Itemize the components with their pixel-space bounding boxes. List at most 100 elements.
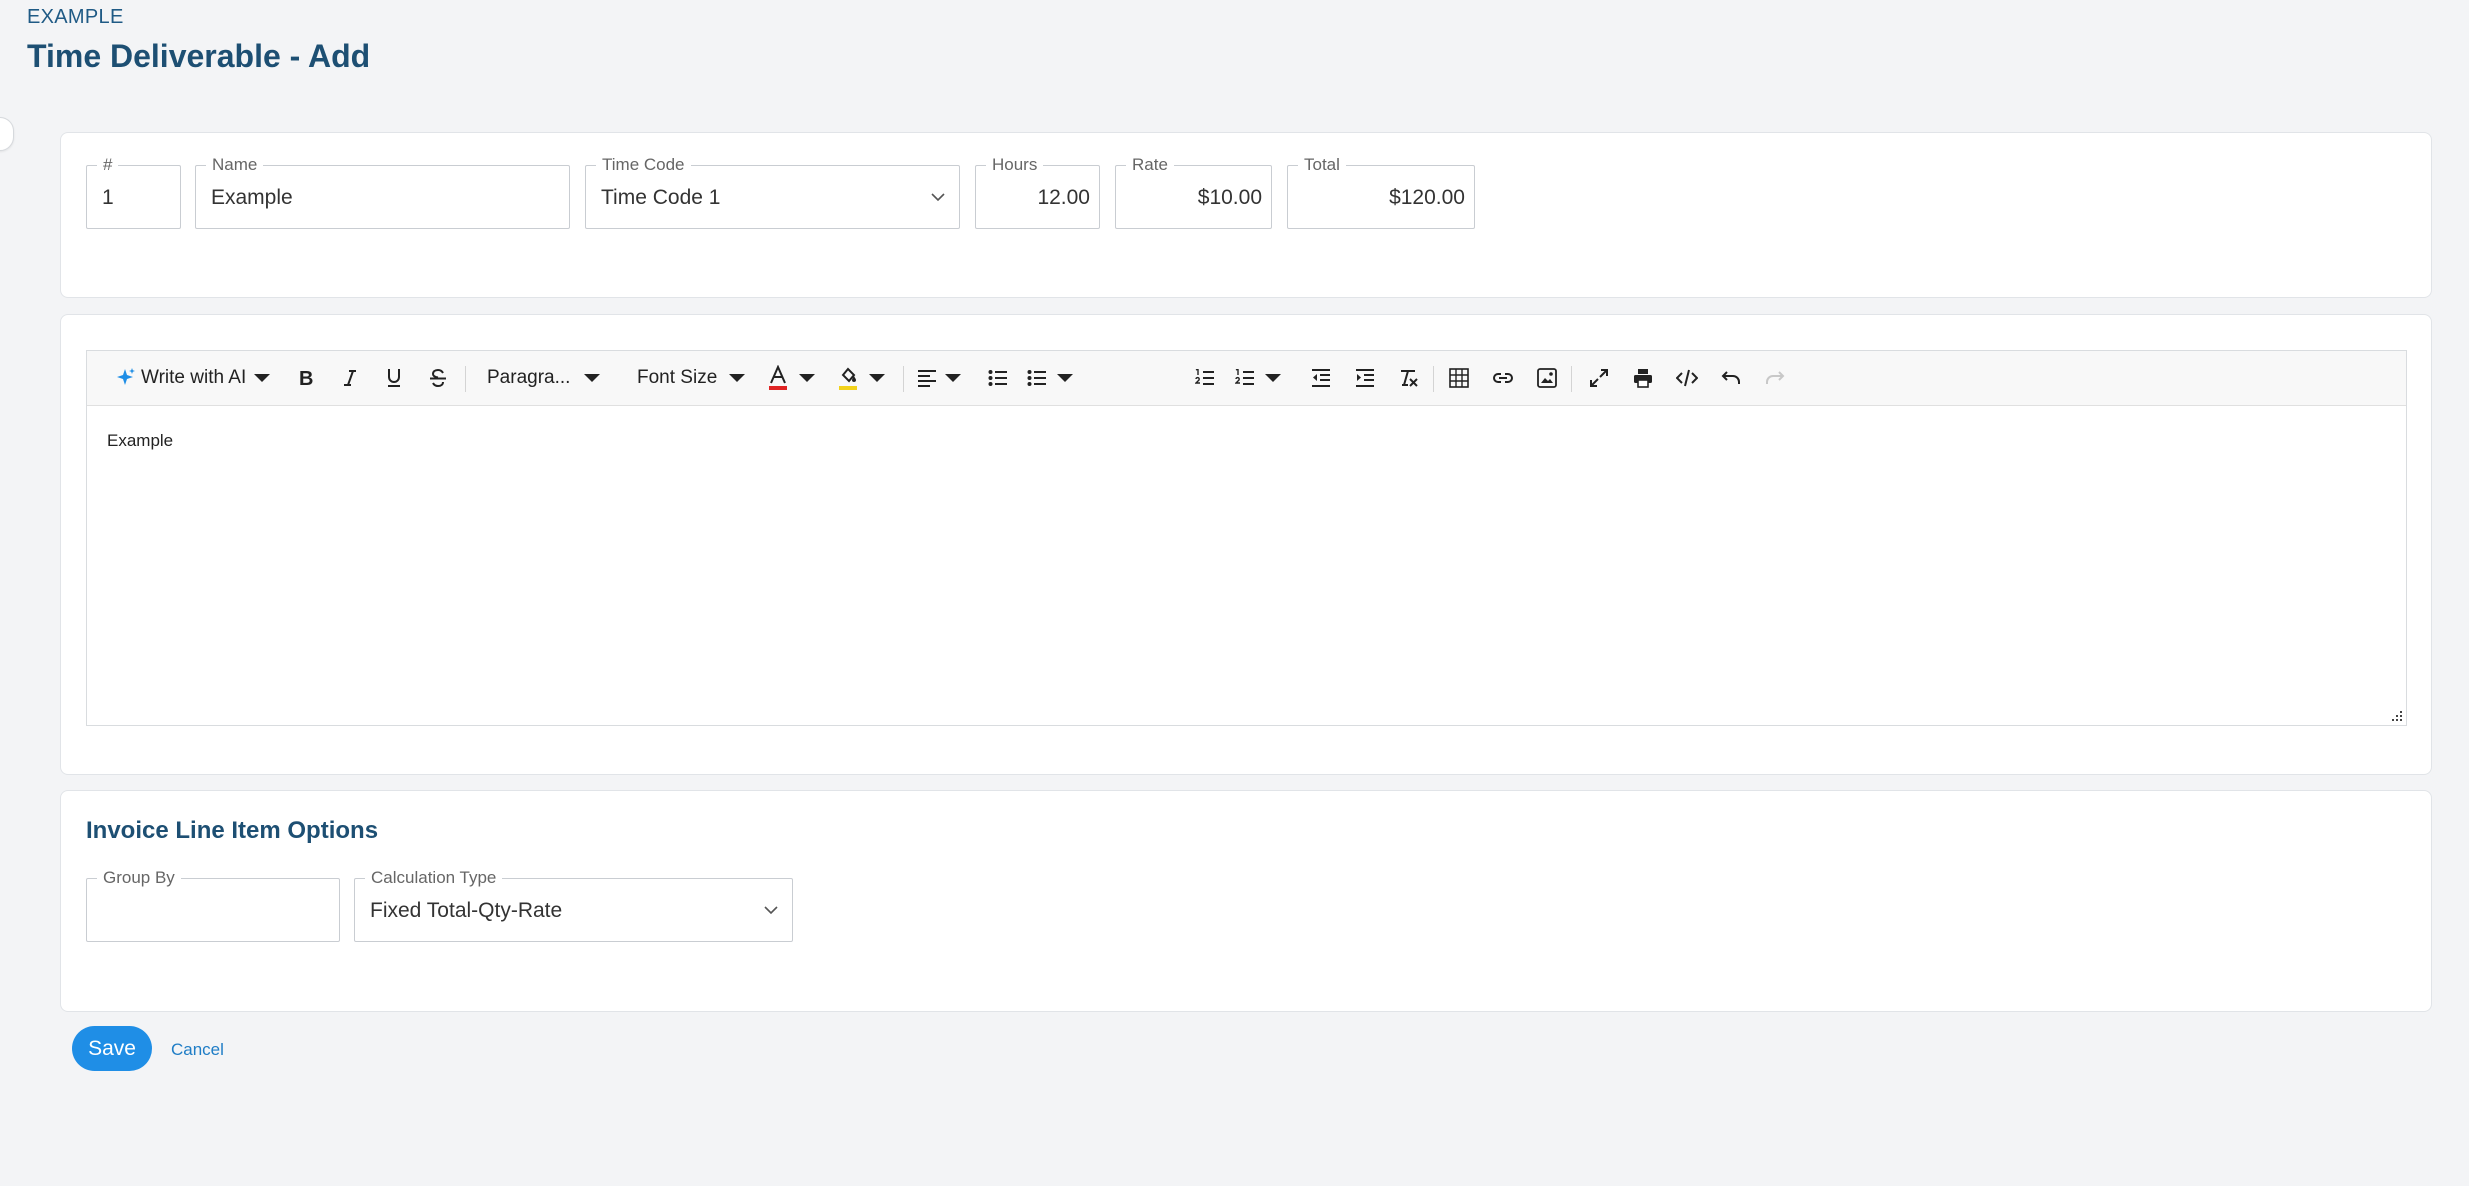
number-value: 1 [102,186,114,209]
italic-icon [344,370,356,386]
name-label: Name [206,154,264,176]
caret-down-icon [945,374,961,382]
write-with-ai-button[interactable]: Write with AI [115,361,272,395]
toolbar-divider [1571,366,1572,392]
hours-field[interactable]: Hours 12.00 [975,154,1100,229]
time-code-value: Time Code 1 [601,186,721,209]
sparkle-icon [117,368,135,385]
toolbar-divider [1433,366,1434,392]
caret-down-icon [584,374,601,382]
breadcrumb[interactable]: EXAMPLE [27,6,124,29]
print-button[interactable] [1629,361,1657,395]
invoice-options-card: Invoice Line Item Options Group By Calcu… [60,790,2432,1012]
clear-format-icon [1401,370,1418,387]
bullet-list-button[interactable] [984,361,1012,395]
total-field[interactable]: Total $120.00 [1287,154,1475,229]
clear-format-button[interactable] [1395,361,1423,395]
undo-button[interactable] [1717,361,1745,395]
numbered-list-icon [1195,369,1214,385]
text-color-button[interactable] [767,361,817,395]
fullscreen-button[interactable] [1585,361,1613,395]
chevron-down-icon [764,906,778,915]
highlight-icon [839,367,857,390]
redo-icon [1766,371,1785,384]
numbered-list-dropdown[interactable] [1235,361,1283,395]
image-button[interactable] [1533,361,1561,395]
invoice-options-title: Invoice Line Item Options [86,817,379,844]
toolbar-divider [465,366,466,392]
image-icon [1537,368,1557,388]
name-field[interactable]: Name Example [195,154,570,229]
italic-button[interactable] [336,361,364,395]
align-dropdown[interactable] [917,361,963,395]
write-with-ai-label: Write with AI [141,367,247,388]
deliverable-fields-card: # 1 Name Example Time Code Time Code 1 H… [60,132,2432,298]
name-value: Example [211,186,293,209]
redo-button[interactable] [1761,361,1789,395]
caret-down-icon [1057,374,1073,382]
link-button[interactable] [1489,361,1517,395]
description-card: Write with AI B Paragra... Font Size Exa… [60,314,2432,775]
source-code-button[interactable] [1673,361,1701,395]
caret-down-icon [869,374,885,382]
resize-handle-icon[interactable] [2391,710,2403,722]
caret-down-icon [729,374,746,382]
strikethrough-icon [430,368,446,388]
numbered-list-icon [1235,369,1254,385]
hours-label: Hours [986,154,1044,176]
time-code-select[interactable]: Time Code Time Code 1 [585,154,960,229]
text-color-icon [769,365,787,390]
svg-text:B: B [299,368,313,388]
caret-down-icon [254,374,271,382]
total-value: $120.00 [1389,186,1465,209]
bullet-list-icon [1027,370,1046,386]
calculation-type-value: Fixed Total-Qty-Rate [370,899,563,922]
undo-icon [1721,371,1740,384]
indent-icon [1356,369,1374,387]
rate-field[interactable]: Rate $10.00 [1115,154,1272,229]
time-code-label: Time Code [596,154,691,176]
outdent-icon [1312,369,1330,387]
calculation-type-select[interactable]: Calculation Type Fixed Total-Qty-Rate [354,867,793,942]
code-icon [1676,369,1698,387]
align-icon [918,370,936,387]
table-icon [1449,368,1469,388]
page-title: Time Deliverable - Add [27,38,371,74]
font-size-dropdown[interactable]: Font Size [637,361,747,395]
bold-icon: B [299,368,313,388]
group-by-label: Group By [97,867,181,889]
calculation-type-label: Calculation Type [365,867,503,889]
outdent-button[interactable] [1307,361,1335,395]
indent-button[interactable] [1351,361,1379,395]
strikethrough-button[interactable] [424,361,452,395]
toolbar-divider [903,366,904,392]
underline-button[interactable] [380,361,408,395]
sidebar-toggle[interactable] [0,117,14,151]
number-field[interactable]: # 1 [86,154,181,229]
print-icon [1634,369,1652,388]
rate-label: Rate [1126,154,1174,176]
table-button[interactable] [1445,361,1473,395]
underline-icon [388,369,400,387]
rate-value: $10.00 [1197,186,1262,209]
paragraph-label: Paragra... [487,367,571,388]
bold-button[interactable]: B [292,361,320,395]
total-label: Total [1298,154,1346,176]
fullscreen-icon [1590,369,1608,387]
editor-content[interactable]: Example [107,431,173,451]
editor-toolbar: Write with AI B Paragra... Font Size [87,351,2406,406]
paragraph-dropdown[interactable]: Paragra... [487,361,602,395]
highlight-color-button[interactable] [837,361,887,395]
font-size-label: Font Size [637,367,718,388]
bullet-list-icon [988,370,1007,386]
group-by-field[interactable]: Group By [86,867,340,942]
save-button[interactable]: Save [72,1026,152,1071]
rich-text-editor: Write with AI B Paragra... Font Size Exa… [86,350,2407,726]
cancel-link[interactable]: Cancel [171,1040,224,1060]
chevron-down-icon [931,193,945,202]
numbered-list-button[interactable] [1191,361,1219,395]
number-label: # [97,154,119,176]
hours-value: 12.00 [1037,186,1090,209]
bullet-list-dropdown[interactable] [1027,361,1075,395]
link-icon [1493,373,1513,383]
